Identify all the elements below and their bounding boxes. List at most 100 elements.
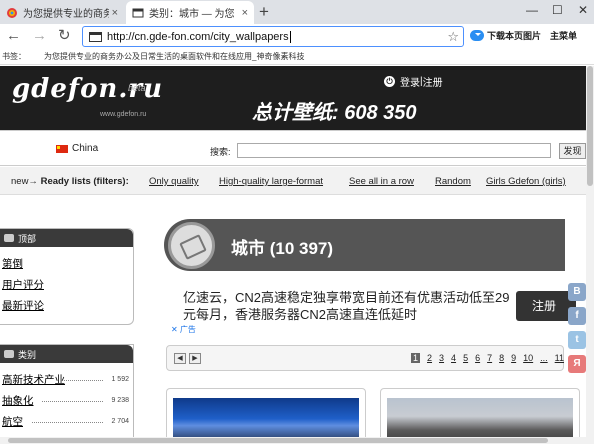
- page-link[interactable]: 5: [463, 353, 468, 363]
- filter-only-quality[interactable]: Only quality: [149, 176, 199, 187]
- facebook-icon[interactable]: f: [568, 307, 586, 325]
- wallpaper-thumbnail[interactable]: [380, 388, 580, 444]
- page-link[interactable]: 6: [475, 353, 480, 363]
- category-badge-icon: [168, 222, 215, 269]
- login-link[interactable]: 登录: [400, 74, 420, 89]
- page-link[interactable]: 9: [511, 353, 516, 363]
- browser-toolbar: ← → ↻ http://cn.gde-fon.com/city_wallpap…: [0, 24, 594, 48]
- register-link[interactable]: 注册: [423, 74, 443, 89]
- category-header-bar: [164, 219, 565, 271]
- site-header: gdefon.ru beta www.gdefon.ru ⏻ 登录 | 注册 总…: [0, 66, 594, 130]
- page-icon: [89, 31, 102, 42]
- page-link[interactable]: 11: [555, 353, 564, 363]
- filter-see-all-in-row[interactable]: See all in a row: [349, 176, 414, 187]
- pagination: ◀ ▶ 1 2 3 4 5 6 7 8 9 10 ... 11: [166, 345, 564, 371]
- category-item-abstract[interactable]: 抽象化 9 238: [2, 390, 133, 411]
- page-link[interactable]: 8: [499, 353, 504, 363]
- tab-business[interactable]: 为您提供专业的商务 ×: [0, 1, 124, 24]
- vertical-scrollbar[interactable]: [586, 66, 594, 444]
- filters-label: new→ Ready lists (filters):: [11, 176, 129, 187]
- top-panel-header: 顶部: [0, 229, 133, 247]
- bookmark-item[interactable]: 为您提供专业的商务办公及日常生活的桌面软件和在线应用_神奇像素科技: [44, 51, 304, 62]
- page-link[interactable]: 7: [487, 353, 492, 363]
- tab-title: 为您提供专业的商务: [23, 9, 109, 20]
- page-link-current[interactable]: 1: [411, 353, 421, 363]
- logo-subtitle: www.gdefon.ru: [100, 111, 147, 118]
- tab-city-category[interactable]: 类别：城市 — 为您 ×: [126, 1, 254, 24]
- horizontal-scrollbar[interactable]: [0, 437, 586, 444]
- category-count: 1 592: [111, 376, 129, 383]
- scrollbar-thumb[interactable]: [8, 438, 548, 443]
- category-count: 2 704: [111, 418, 129, 425]
- wallpaper-thumbnail[interactable]: [166, 388, 366, 444]
- search-input[interactable]: [237, 143, 551, 158]
- dotted-leader: [42, 401, 103, 402]
- category-panel-title: 类别: [18, 349, 37, 360]
- country-label: China: [72, 143, 99, 154]
- category-panel-header: 类别: [0, 345, 133, 363]
- address-bar[interactable]: http://cn.gde-fon.com/city_wallpapers ☆: [82, 26, 464, 47]
- page-ellipsis: ...: [540, 353, 548, 363]
- twitter-icon[interactable]: t: [568, 331, 586, 349]
- top-panel-title: 顶部: [18, 233, 37, 244]
- minimize-icon[interactable]: —: [526, 3, 538, 17]
- vk-icon[interactable]: B: [568, 283, 586, 301]
- category-panel: 类别 高新技术产业 1 592 抽象化 9 238 航空 2 704: [0, 344, 134, 444]
- maximize-icon[interactable]: ☐: [552, 3, 563, 17]
- yandex-icon[interactable]: Я: [568, 355, 586, 373]
- search-band: China 搜索: 发现: [0, 130, 594, 166]
- login-bar: ⏻ 登录 | 注册: [384, 74, 443, 89]
- category-item-hitech[interactable]: 高新技术产业 1 592: [2, 369, 133, 390]
- page-link[interactable]: 4: [451, 353, 456, 363]
- main-menu-button[interactable]: 主菜单: [550, 29, 577, 42]
- category-name: 航空: [2, 416, 23, 428]
- page-link[interactable]: 2: [427, 353, 432, 363]
- extension-label: 下载本页图片: [487, 31, 542, 41]
- top-panel: 顶部 第倒 用户评分 最新评论: [0, 228, 134, 325]
- forward-arrow-icon[interactable]: →: [32, 27, 47, 45]
- search-button[interactable]: 发现: [559, 143, 586, 159]
- category-name: 高新技术产业: [2, 374, 65, 386]
- bookmarks-bar: 书签： 为您提供专业的商务办公及日常生活的桌面软件和在线应用_神奇像素科技: [0, 48, 594, 65]
- back-arrow-icon[interactable]: ←: [6, 27, 21, 45]
- tab-close-icon[interactable]: ×: [242, 7, 248, 19]
- bookmark-star-icon[interactable]: ☆: [447, 29, 459, 45]
- ad-choices-icon[interactable]: ✕ 广告: [171, 324, 196, 335]
- bookmarks-label: 书签：: [2, 51, 26, 61]
- colorful-favicon-icon: [7, 7, 17, 18]
- window-close-icon[interactable]: ✕: [578, 3, 588, 17]
- category-item-aviation[interactable]: 航空 2 704: [2, 411, 133, 432]
- new-tag: new→: [11, 176, 38, 187]
- page-link[interactable]: 10: [523, 353, 533, 363]
- ad-text[interactable]: 亿速云，CN2高速稳定独享带宽目前还有优惠活动低至29元每月，香港服务器CN2高…: [183, 289, 513, 323]
- dotted-leader: [64, 380, 103, 381]
- sidebar-item-downloads[interactable]: 第倒: [2, 253, 133, 274]
- total-wallpapers-count: 总计壁纸: 608 350: [252, 102, 417, 124]
- category-title: 城市 (10 397): [231, 239, 334, 258]
- next-page-icon[interactable]: ▶: [189, 353, 201, 364]
- url-text: http://cn.gde-fon.com/city_wallpapers: [107, 30, 289, 43]
- advertisement[interactable]: 亿速云，CN2高速稳定独享带宽目前还有优惠活动低至29元每月，香港服务器CN2高…: [166, 278, 576, 336]
- download-images-extension[interactable]: 下载本页图片: [470, 29, 541, 42]
- tab-title: 类别：城市 — 为您: [149, 9, 235, 20]
- browser-tab-bar: 为您提供专业的商务 × 类别：城市 — 为您 × + — ☐ ✕: [0, 0, 594, 24]
- tab-close-icon[interactable]: ×: [112, 7, 118, 19]
- prev-page-icon[interactable]: ◀: [174, 353, 186, 364]
- category-count: 9 238: [111, 397, 129, 404]
- new-tab-button[interactable]: +: [259, 2, 269, 22]
- country-selector[interactable]: China: [56, 143, 98, 154]
- ready-lists-label: Ready lists (filters):: [40, 176, 129, 187]
- page-favicon-icon: [132, 8, 144, 17]
- search-label: 搜索:: [210, 147, 231, 157]
- filter-random[interactable]: Random: [435, 176, 471, 187]
- filter-hq-large-format[interactable]: High-quality large-format: [219, 176, 323, 187]
- scrollbar-thumb[interactable]: [587, 66, 593, 186]
- sidebar-item-user-rating[interactable]: 用户评分: [2, 274, 133, 295]
- page-link[interactable]: 3: [439, 353, 444, 363]
- filters-bar: new→ Ready lists (filters): Only quality…: [0, 167, 594, 195]
- sidebar-item-latest-comments[interactable]: 最新评论: [2, 295, 133, 316]
- page-links: 1 2 3 4 5 6 7 8 9 10 ... 11: [411, 353, 571, 363]
- filter-girls[interactable]: Girls Gdefon (girls): [486, 176, 566, 187]
- text-cursor: [289, 30, 291, 43]
- reload-icon[interactable]: ↻: [58, 27, 71, 45]
